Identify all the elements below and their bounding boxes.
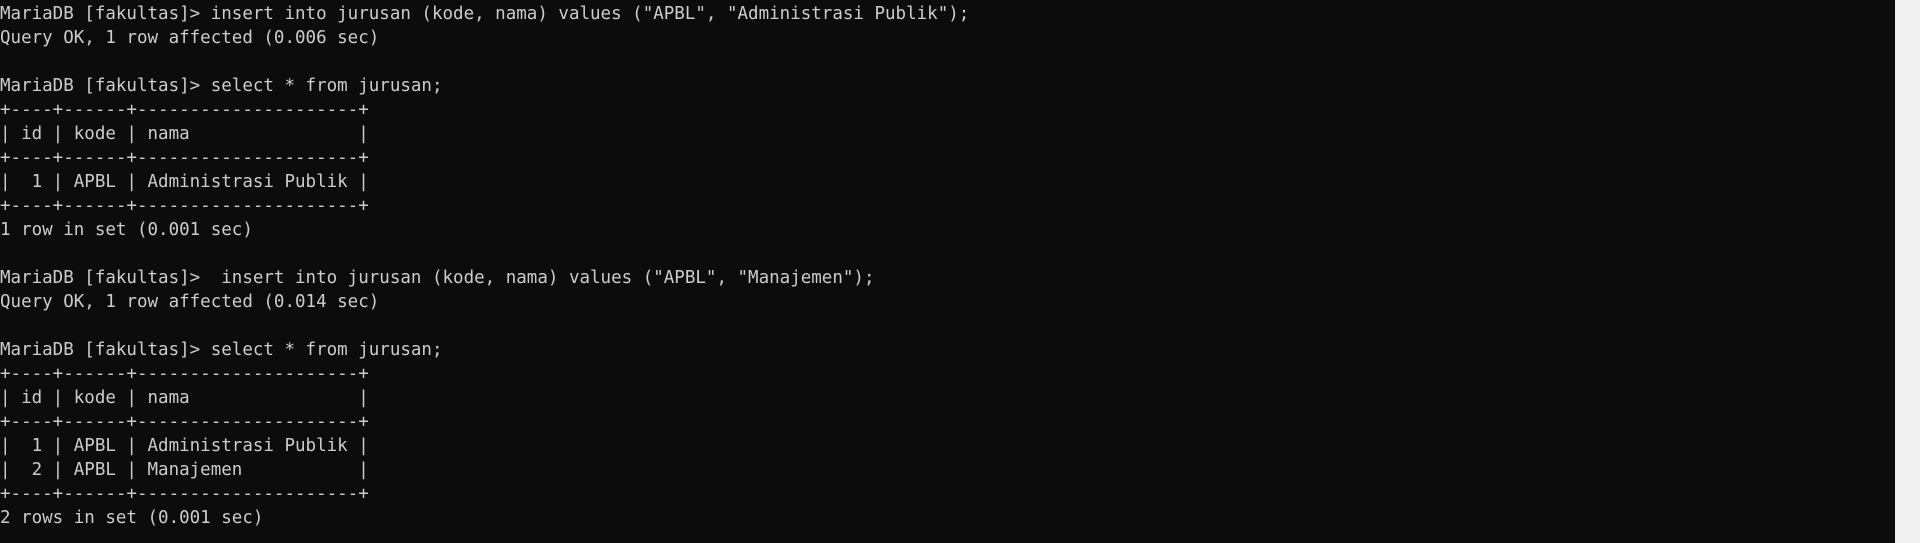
table-row: | 1 | APBL | Administrasi Publik | [0, 436, 369, 456]
table-border-line: +----+------+---------------------+ [0, 412, 369, 432]
table-row: | 1 | APBL | Administrasi Publik | [0, 172, 369, 192]
select-command-line: MariaDB [fakultas]> select * from jurusa… [0, 340, 443, 360]
table-border-line: +----+------+---------------------+ [0, 148, 369, 168]
row-count-line: 1 row in set (0.001 sec) [0, 220, 253, 240]
table-border-line: +----+------+---------------------+ [0, 196, 369, 216]
insert-command-line: MariaDB [fakultas]> insert into jurusan … [0, 268, 875, 288]
table-border-line: +----+------+---------------------+ [0, 364, 369, 384]
table-border-line: +----+------+---------------------+ [0, 484, 369, 504]
query-result-line: Query OK, 1 row affected (0.014 sec) [0, 292, 380, 312]
query-result-line: Query OK, 1 row affected (0.006 sec) [0, 28, 380, 48]
terminal-window[interactable]: MariaDB [fakultas]> insert into jurusan … [0, 0, 1895, 543]
select-command-line: MariaDB [fakultas]> select * from jurusa… [0, 76, 443, 96]
row-count-line: 2 rows in set (0.001 sec) [0, 508, 264, 528]
table-header-row: | id | kode | nama | [0, 388, 369, 408]
terminal-output: MariaDB [fakultas]> insert into jurusan … [0, 2, 969, 530]
table-row: | 2 | APBL | Manajemen | [0, 460, 369, 480]
table-border-line: +----+------+---------------------+ [0, 100, 369, 120]
table-header-row: | id | kode | nama | [0, 124, 369, 144]
insert-command-line: MariaDB [fakultas]> insert into jurusan … [0, 4, 970, 24]
vertical-scrollbar[interactable] [1895, 0, 1920, 543]
